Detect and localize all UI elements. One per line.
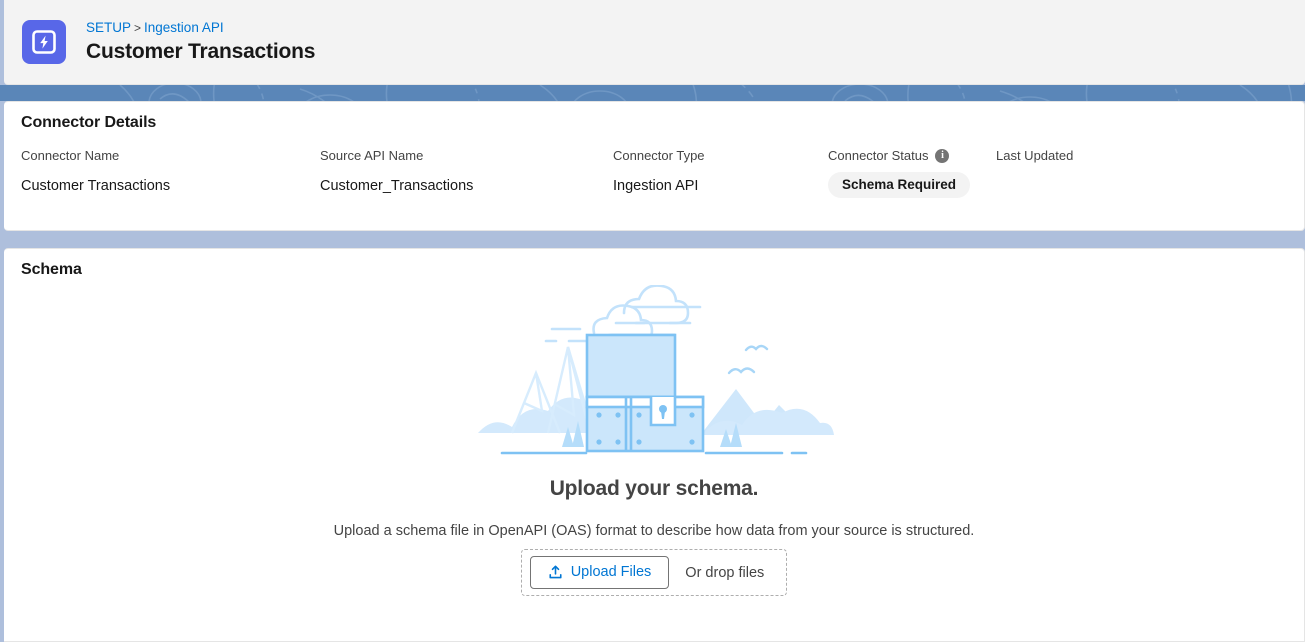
field-connector-type: Connector Type Ingestion API	[613, 148, 705, 195]
treasure-chest-empty-state-illustration	[478, 285, 834, 455]
breadcrumb-ingestion-api-link[interactable]: Ingestion API	[144, 20, 224, 35]
field-connector-type-value: Ingestion API	[613, 178, 699, 194]
upload-files-button[interactable]: Upload Files	[529, 556, 670, 589]
empty-state-heading: Upload your schema.	[549, 477, 759, 500]
file-dropzone[interactable]: Upload Files Or drop files	[520, 549, 788, 596]
lightning-bolt-icon	[22, 20, 66, 64]
breadcrumb: SETUP > Ingestion API	[86, 19, 315, 37]
field-connector-type-label: Connector Type	[613, 148, 705, 163]
page-header: SETUP > Ingestion API Customer Transaction…	[4, 0, 1305, 85]
page-title: Customer Transactions	[86, 40, 316, 63]
field-connector-name-label: Connector Name	[21, 148, 120, 163]
info-circle-icon[interactable]: i	[935, 149, 950, 163]
drop-files-text: Or drop files	[685, 564, 765, 581]
field-connector-status: Connector Status i Schema Required	[828, 148, 971, 198]
header-text-block: SETUP > Ingestion API Customer Transaction…	[86, 19, 315, 65]
connector-details-title: Connector Details	[21, 114, 157, 131]
upload-files-button-label: Upload Files	[570, 564, 652, 580]
breadcrumb-separator: >	[134, 21, 142, 35]
field-connector-status-label: Connector Status i	[828, 148, 970, 164]
connector-details-card: Connector Details Connector Name Custome…	[4, 101, 1305, 231]
schema-title: Schema	[21, 261, 82, 278]
field-connector-name: Connector Name Customer Transactions	[21, 148, 170, 195]
field-connector-status-label-text: Connector Status	[828, 148, 929, 163]
schema-empty-state: Upload your schema. Upload a schema file…	[4, 285, 1304, 596]
field-source-api-name-value: Customer_Transactions	[320, 178, 474, 194]
decorative-band	[0, 85, 1305, 101]
schema-card: Schema Upload your schema. Upload a sche…	[4, 248, 1305, 642]
field-last-updated: Last Updated	[996, 148, 1073, 177]
connector-details-grid: Connector Name Customer Transactions Sou…	[4, 148, 1304, 210]
page-root: SETUP > Ingestion API Customer Transaction…	[0, 0, 1305, 642]
status-badge: Schema Required	[828, 172, 971, 198]
field-connector-name-value: Customer Transactions	[21, 178, 171, 194]
breadcrumb-setup-link[interactable]: SETUP	[86, 20, 131, 35]
field-source-api-name-label: Source API Name	[320, 148, 424, 163]
field-last-updated-label: Last Updated	[996, 148, 1074, 163]
upload-icon	[548, 565, 563, 580]
field-source-api-name: Source API Name Customer_Transactions	[320, 148, 473, 195]
empty-state-subtext: Upload a schema file in OpenAPI (OAS) fo…	[333, 523, 975, 539]
